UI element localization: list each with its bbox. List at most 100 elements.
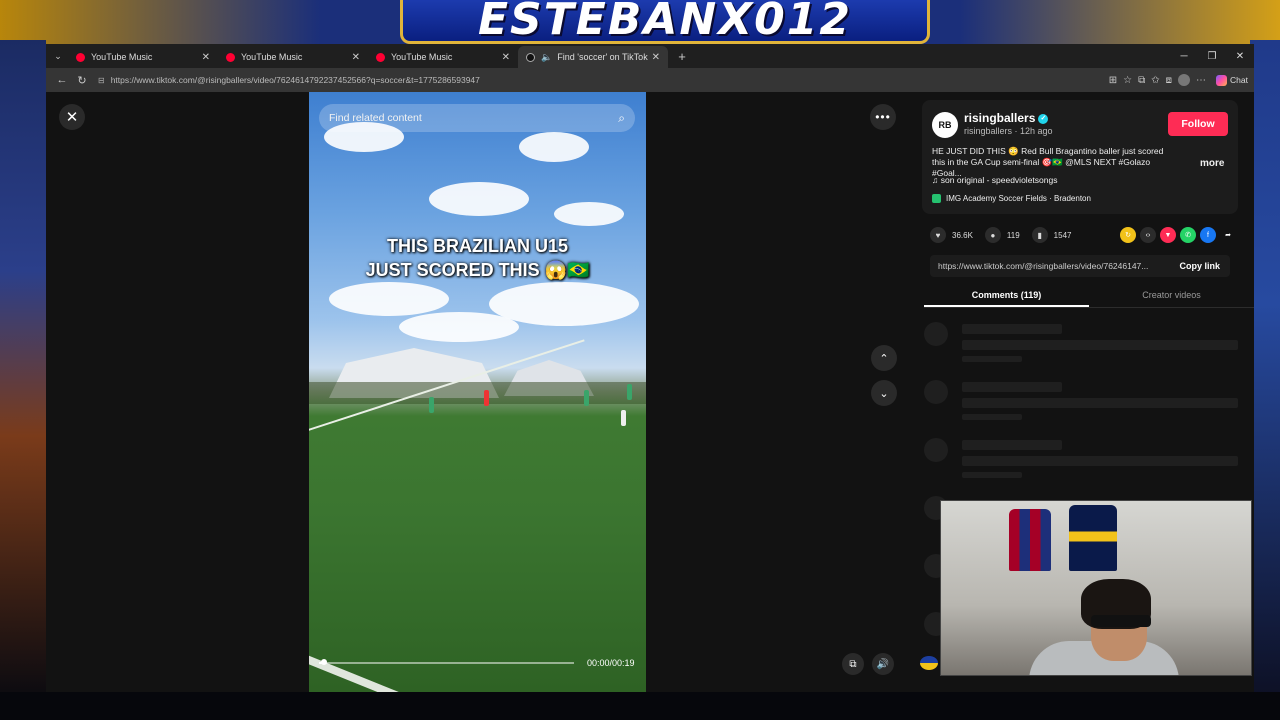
whatsapp-icon[interactable]: ✆ [1180,227,1196,243]
location-link[interactable]: IMG Academy Soccer Fields · Bradenton [932,194,1091,203]
close-icon: ✕ [65,109,79,126]
window-controls: ─ ❐ ✕ [1170,51,1254,62]
video-player-area: ✕ ••• Find related content ⌕ THIS BRAZIL… [46,92,908,692]
profile-avatar[interactable] [1178,74,1191,86]
app-available-icon[interactable]: ⊞ [1109,75,1117,86]
player [484,390,489,406]
field-line [309,652,449,692]
volume-button[interactable]: 🔊 [872,653,894,675]
close-window-icon[interactable]: ✕ [1226,51,1254,62]
favorites-icon[interactable]: ✩ [1151,75,1159,86]
cloud [329,282,449,316]
share-arrow-icon[interactable]: ➦ [1220,227,1236,243]
url-text: https://www.tiktok.com/@risingballers/vi… [110,75,480,85]
close-video-button[interactable]: ✕ [59,104,85,130]
webcam-overlay [940,500,1252,676]
chevron-down-icon: ⌄ [54,50,62,61]
verified-icon: ✓ [1038,113,1049,124]
reload-icon[interactable]: ↻ [72,74,92,87]
comment-icon: ● [984,227,1001,243]
comment-button[interactable]: ● 119 [984,227,1020,243]
url-field[interactable]: ⊟ https://www.tiktok.com/@risingballers/… [92,71,1109,89]
streamer-name: ESTEBANX012 [478,0,852,45]
follow-button[interactable]: Follow [1168,112,1228,136]
more-icon: ••• [875,110,891,124]
post-info-card: RB risingballers ✓ risingballers · 12h ag… [922,100,1238,214]
next-video-button[interactable]: ⌄ [871,380,897,406]
address-bar: ← ↻ ⊟ https://www.tiktok.com/@risingball… [46,68,1254,92]
stream-overlay-bottom [0,692,1280,720]
back-icon[interactable]: ← [52,74,72,86]
like-count: 36.6K [952,230,973,240]
floating-player-button[interactable]: ⧉ [842,653,864,675]
author-avatar[interactable]: RB [932,112,958,138]
close-icon[interactable]: ✕ [352,52,360,63]
engagement-bar: ♥ 36.6K ● 119 ▮ 1547 ↻ ‹› ▼ ✆ f ➦ [930,226,1236,244]
video[interactable]: Find related content ⌕ THIS BRAZILIAN U1… [309,92,646,692]
extensions-icon[interactable]: ⧉ [1138,75,1145,86]
more-icon[interactable]: ⋯ [1196,75,1206,86]
comment-skeleton [924,380,1238,430]
heart-icon: ♥ [930,227,946,243]
search-icon[interactable]: ⌕ [618,111,625,126]
tab-creator-videos[interactable]: Creator videos [1089,282,1254,307]
close-icon[interactable]: ✕ [652,52,660,63]
description-more-button[interactable]: more [1200,158,1224,169]
repost-icon[interactable]: ↻ [1120,227,1136,243]
search-placeholder: Find related content [329,112,422,124]
save-count: 1547 [1053,230,1072,240]
comment-skeleton [924,438,1238,488]
video-caption: THIS BRAZILIAN U15 JUST SCORED THIS 😱🇧🇷 [309,234,646,282]
minimize-icon[interactable]: ─ [1170,51,1198,62]
progress-bar[interactable] [319,662,574,664]
stream-overlay-right [1250,40,1280,700]
maximize-icon[interactable]: ❐ [1198,51,1226,62]
tab[interactable]: YouTube Music ✕ [68,46,218,68]
facebook-icon[interactable]: f [1200,227,1216,243]
streamer-glasses [1091,615,1151,627]
copilot-chat-button[interactable]: Chat [1216,74,1248,86]
save-button[interactable]: ▮ 1547 [1031,227,1072,243]
stream-overlay-left [0,40,46,700]
favorite-star-icon[interactable]: ☆ [1123,75,1132,86]
share-icons: ↻ ‹› ▼ ✆ f ➦ [1120,227,1236,243]
panel-tabs: Comments (119) Creator videos [924,282,1254,308]
chat-label: Chat [1230,75,1248,85]
player [429,397,434,413]
music-note-icon: ♫ [932,175,941,185]
location-text: IMG Academy Soccer Fields · Bradenton [946,194,1091,203]
related-search-input[interactable]: Find related content ⌕ [319,104,635,132]
player [627,384,632,400]
close-icon[interactable]: ✕ [502,52,510,63]
copy-link-button[interactable]: Copy link [1169,261,1230,271]
collections-icon[interactable]: ⧈ [1166,75,1172,86]
tab-title: YouTube Music [91,52,153,62]
tab[interactable]: YouTube Music ✕ [218,46,368,68]
treeline [309,382,646,404]
video-link: https://www.tiktok.com/@risingballers/vi… [938,261,1149,271]
pip-icon: ⧉ [849,658,857,670]
previous-video-button[interactable]: ⌃ [871,345,897,371]
cloud [554,202,624,226]
cloud [399,312,519,342]
tab-list-button[interactable]: ⌄ [48,47,68,65]
author-name-text: risingballers [964,111,1036,125]
new-tab-button[interactable]: + [672,49,692,64]
sticker-icon [920,656,938,670]
copilot-icon [1216,74,1228,86]
music-link[interactable]: ♫ son original - speedvioletsongs [932,175,1057,185]
tab[interactable]: YouTube Music ✕ [368,46,518,68]
author-name[interactable]: risingballers ✓ [964,111,1049,125]
youtube-music-icon [76,52,85,62]
tiktok-icon [526,52,535,62]
send-to-friend-icon[interactable]: ▼ [1160,227,1176,243]
embed-icon[interactable]: ‹› [1140,227,1156,243]
close-icon[interactable]: ✕ [202,52,210,63]
speaker-icon[interactable]: 🔈 [541,52,552,63]
like-button[interactable]: ♥ 36.6K [930,227,973,243]
tab-comments[interactable]: Comments (119) [924,282,1089,307]
tab-active[interactable]: 🔈 Find 'soccer' on TikTok | TikTo ✕ [518,46,668,68]
site-info-icon[interactable]: ⊟ [98,76,105,85]
music-title: son original - speedvioletsongs [940,175,1058,185]
more-options-button[interactable]: ••• [870,104,896,130]
